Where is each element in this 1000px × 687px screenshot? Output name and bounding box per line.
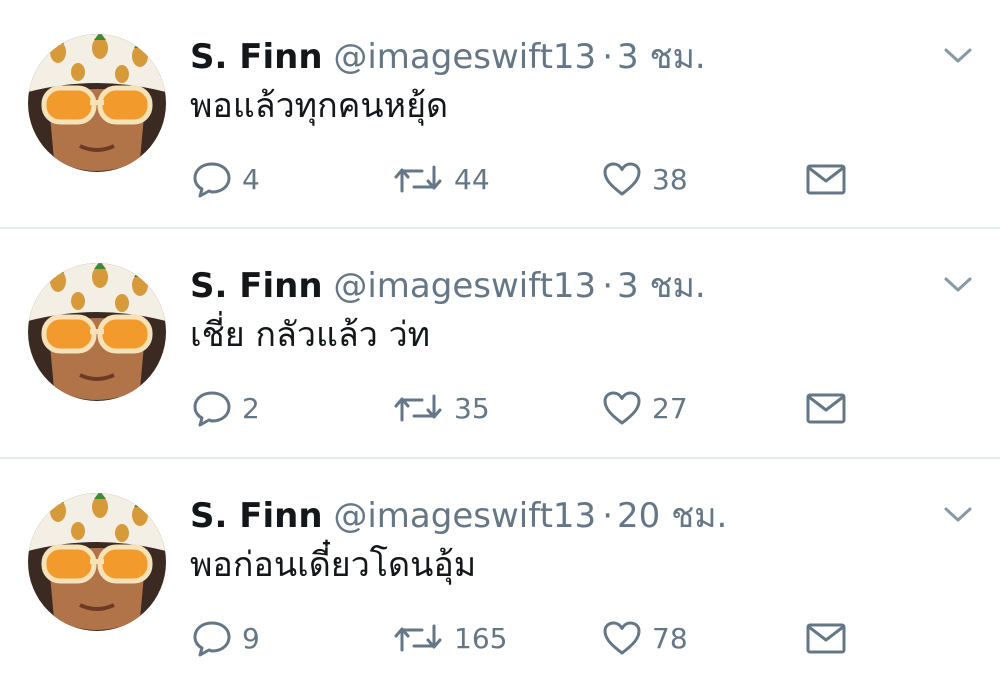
like-count: 27 [652,391,688,425]
retweet-count: 44 [454,162,490,196]
reply-count: 4 [242,162,260,196]
tweet-text: พอก่อนเดี๋ยวโดนอุ้ม [190,545,477,585]
tweet-actions: 4 44 38 [190,155,890,203]
like-count: 38 [652,162,688,196]
envelope-icon [804,159,848,199]
author-name[interactable]: S. Finn [190,37,323,77]
like-button[interactable]: 78 [600,614,688,662]
envelope-icon [804,618,848,658]
tweet-header: S. Finn @imageswift13 · 20 ชม. [190,493,727,539]
reply-count: 9 [242,621,260,655]
author-name[interactable]: S. Finn [190,266,323,306]
tweet-text: พอแล้วทุกคนหยุ้ด [190,86,449,126]
heart-icon [600,159,644,199]
tweet[interactable]: S. Finn @imageswift13 · 3 ชม. พอแล้วทุกคนห… [0,0,1000,228]
tweet[interactable]: S. Finn @imageswift13 · 20 ชม. พอก่อนเดี๋ย… [0,459,1000,687]
chevron-down-icon[interactable] [940,42,976,68]
tweet-header: S. Finn @imageswift13 · 3 ชม. [190,263,706,309]
separator-dot: · [602,496,613,536]
speech-bubble-icon [190,388,234,428]
reply-button[interactable]: 9 [190,614,260,662]
like-button[interactable]: 38 [600,155,688,203]
speech-bubble-icon [190,618,234,658]
tweet-header: S. Finn @imageswift13 · 3 ชม. [190,34,706,80]
retweet-arrows-icon [390,159,446,199]
tweet-text: เชี่ย กลัวแล้ว ว่ท [190,315,431,355]
tweet-timeline: S. Finn @imageswift13 · 3 ชม. พอแล้วทุกคนห… [0,0,1000,686]
chevron-down-icon[interactable] [940,271,976,297]
tweet[interactable]: S. Finn @imageswift13 · 3 ชม. เชี่ย กลัวแล… [0,229,1000,457]
heart-icon [600,388,644,428]
separator-dot: · [602,37,613,77]
avatar[interactable] [28,263,166,401]
retweet-button[interactable]: 35 [390,384,490,432]
reply-button[interactable]: 2 [190,384,260,432]
envelope-icon [804,388,848,428]
author-handle[interactable]: @imageswift13 [333,496,596,536]
like-button[interactable]: 27 [600,384,688,432]
avatar[interactable] [28,493,166,631]
heart-icon [600,618,644,658]
author-handle[interactable]: @imageswift13 [333,266,596,306]
avatar[interactable] [28,34,166,172]
speech-bubble-icon [190,159,234,199]
retweet-arrows-icon [390,388,446,428]
separator-dot: · [602,266,613,306]
tweet-actions: 2 35 27 [190,384,890,432]
tweet-actions: 9 165 78 [190,614,890,662]
tweet-timestamp[interactable]: 20 ชม. [617,496,727,536]
retweet-arrows-icon [390,618,446,658]
tweet-timestamp[interactable]: 3 ชม. [617,37,706,77]
direct-message-button[interactable] [804,614,848,662]
chevron-down-icon[interactable] [940,501,976,527]
reply-count: 2 [242,391,260,425]
tweet-timestamp[interactable]: 3 ชม. [617,266,706,306]
author-handle[interactable]: @imageswift13 [333,37,596,77]
retweet-button[interactable]: 165 [390,614,507,662]
author-name[interactable]: S. Finn [190,496,323,536]
retweet-button[interactable]: 44 [390,155,490,203]
retweet-count: 165 [454,621,508,655]
direct-message-button[interactable] [804,155,848,203]
reply-button[interactable]: 4 [190,155,260,203]
like-count: 78 [652,621,688,655]
direct-message-button[interactable] [804,384,848,432]
retweet-count: 35 [454,391,490,425]
